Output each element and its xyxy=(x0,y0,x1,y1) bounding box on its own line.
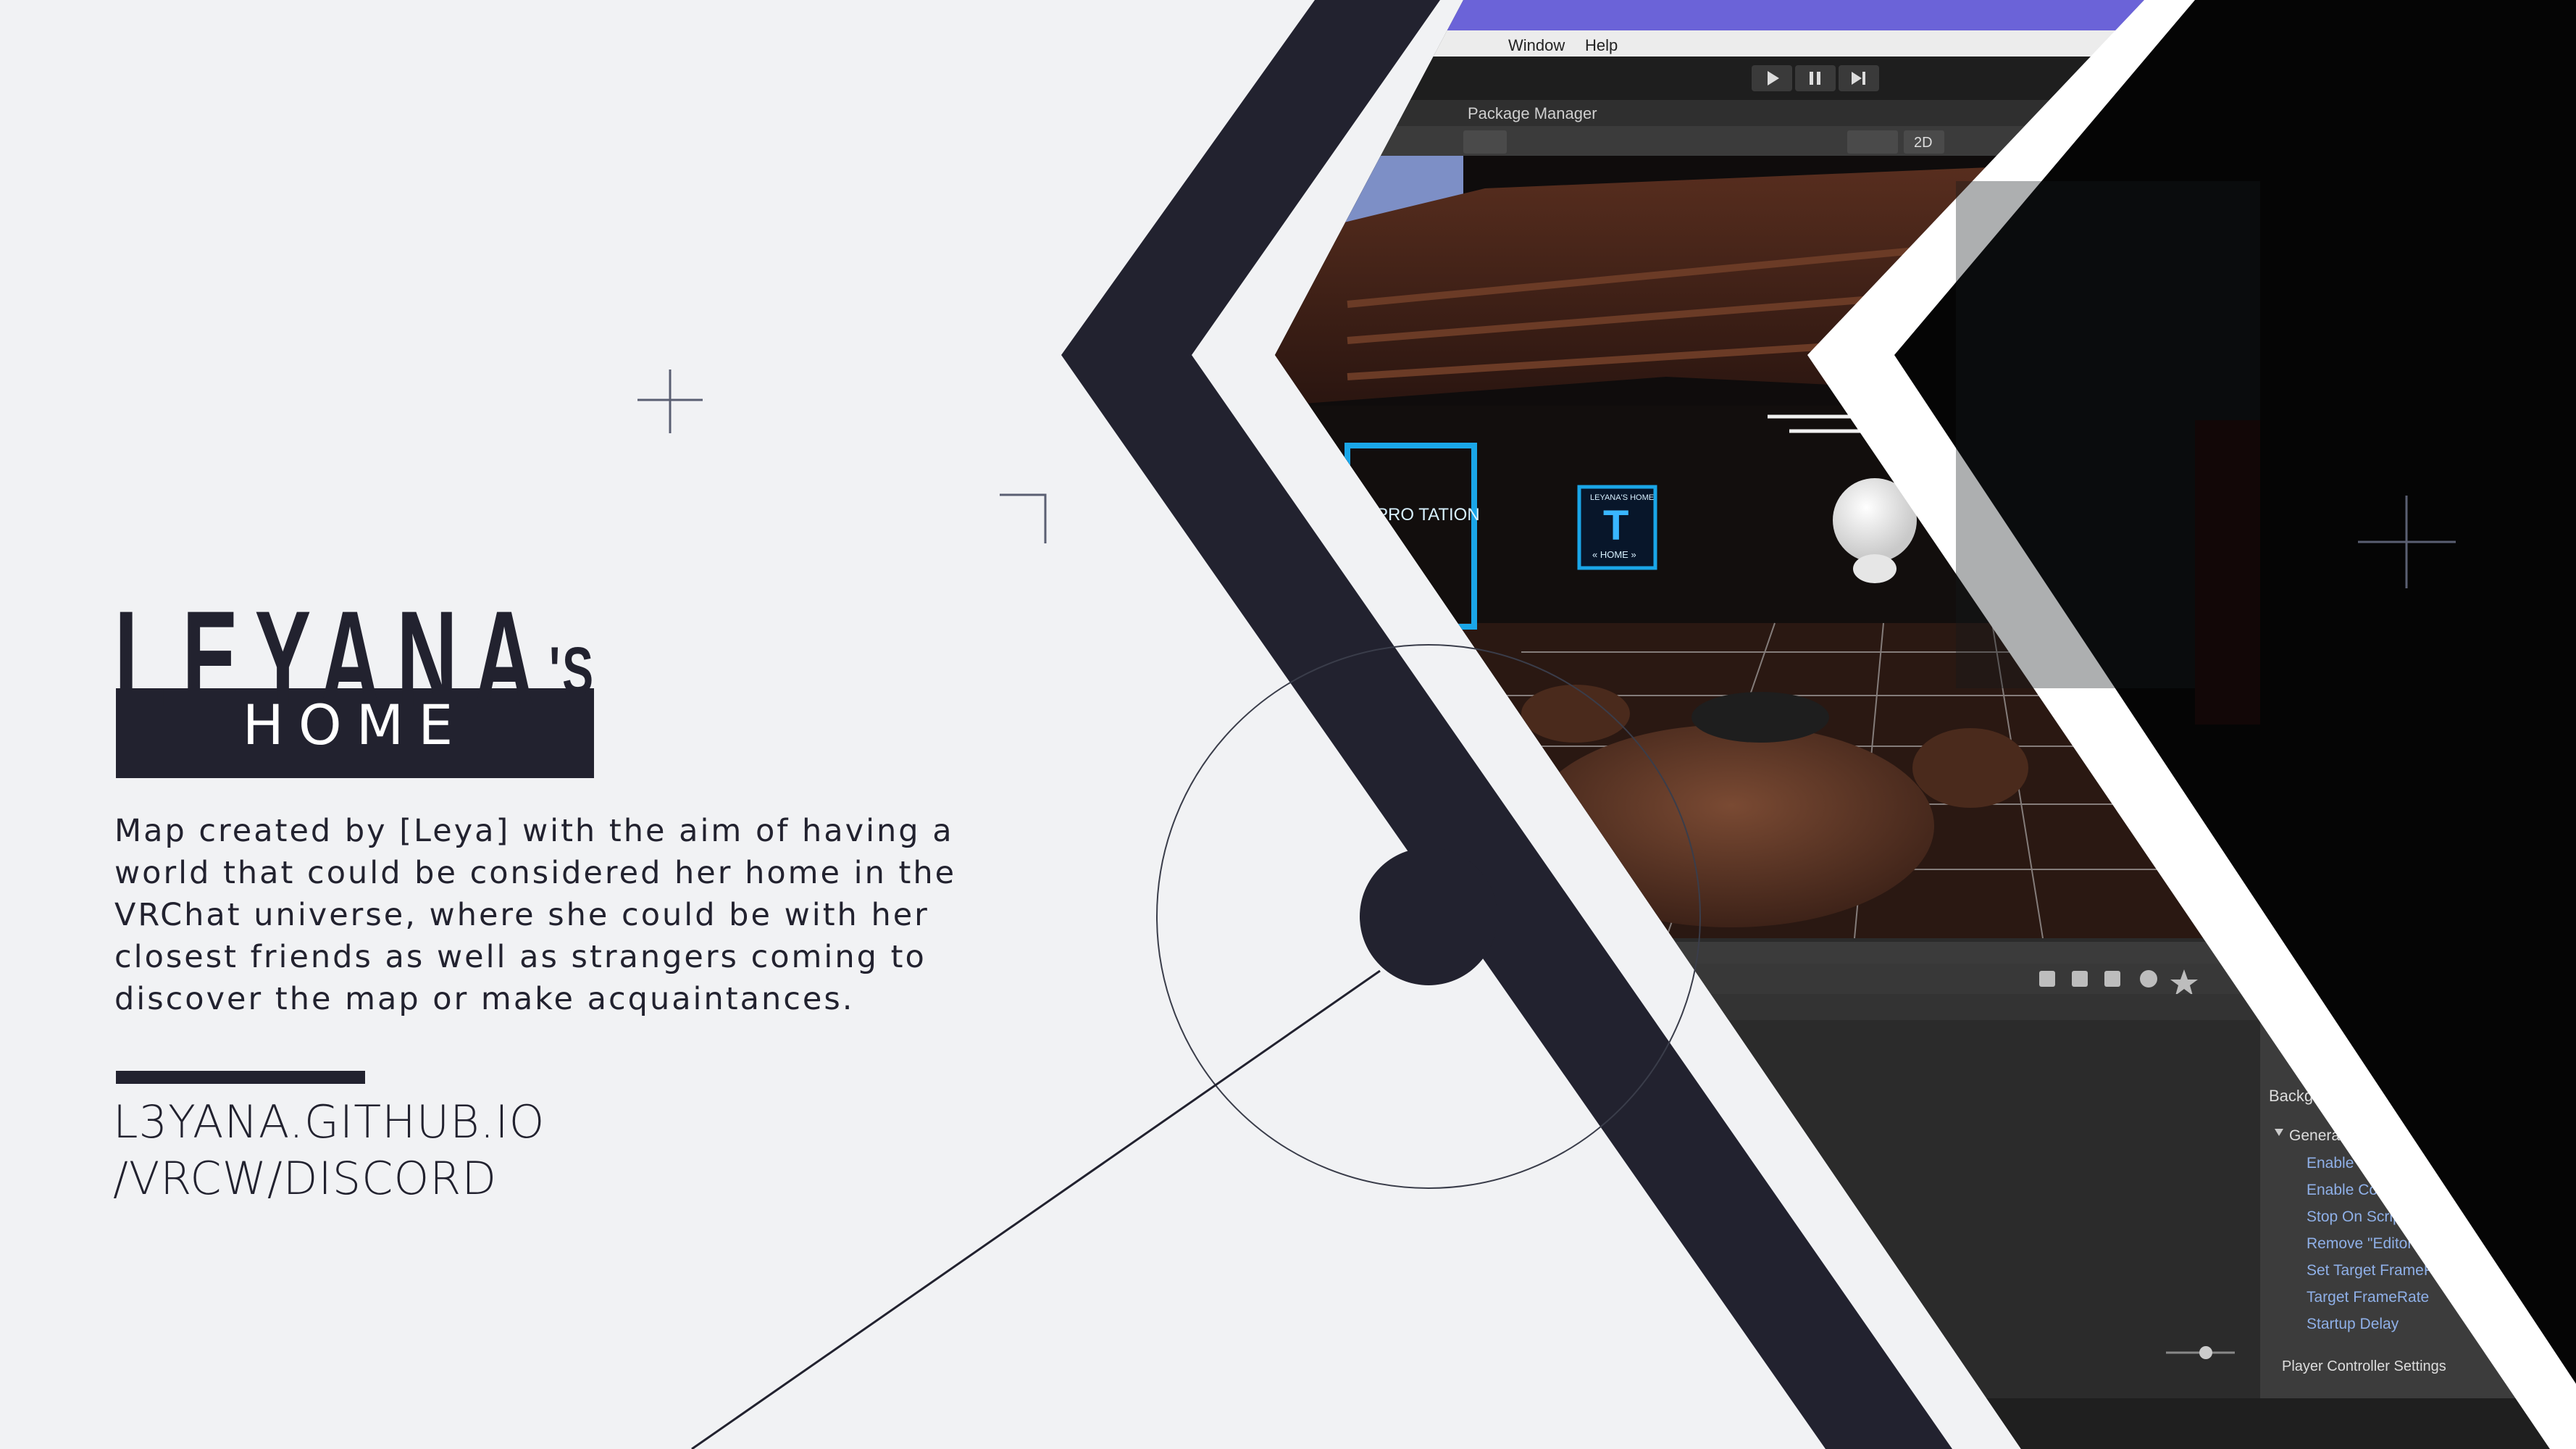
scene-sign-left-text: PRO TATION xyxy=(1376,505,1480,525)
menu-window[interactable]: Window xyxy=(1508,36,1565,54)
console-warning-icon[interactable] xyxy=(2140,970,2157,987)
menu-help[interactable]: Help xyxy=(1585,36,1618,54)
link-line-1: L3YANA.GITHUB.IO xyxy=(113,1095,545,1148)
scene-table xyxy=(1529,724,1934,927)
console-filter-icon[interactable] xyxy=(2039,971,2055,987)
inspector-footer-item: Player Controller Settings xyxy=(2282,1358,2446,1374)
solid-circle-dot xyxy=(1360,848,1497,985)
inspector-item: Stop On Scrip xyxy=(2307,1208,2401,1225)
dark-panel-texture xyxy=(1956,181,2260,724)
pause-icon xyxy=(1810,72,1813,85)
play-controls xyxy=(1752,65,1879,91)
pause-button[interactable] xyxy=(1795,65,1836,91)
corner-mark xyxy=(1000,493,1047,543)
console-info-icon[interactable] xyxy=(2072,971,2088,987)
zoom-slider-handle[interactable] xyxy=(2199,1346,2212,1359)
scene-stool xyxy=(1521,685,1630,743)
scene-sign-center-title: LEYANA'S HOME xyxy=(1590,493,1654,502)
console-tag-icon[interactable] xyxy=(2104,971,2120,987)
gizmo-toggle[interactable] xyxy=(1463,130,1507,154)
scene-sign-center-letter: T xyxy=(1603,502,1628,549)
inspector-item: Startup Delay xyxy=(2307,1316,2399,1332)
tab-package-manager[interactable]: Package Manager xyxy=(1468,104,1597,122)
diagonal-line xyxy=(691,969,1381,1449)
shading-dropdown[interactable] xyxy=(1847,130,1898,154)
logo-possessive: 'S xyxy=(549,634,595,708)
discord-link[interactable]: L3YANA.GITHUB.IO /VRCW/DISCORD xyxy=(113,1094,545,1207)
inspector-item: Target FrameRate xyxy=(2307,1289,2429,1306)
view-2d-label: 2D xyxy=(1914,135,1933,151)
link-accent-bar xyxy=(116,1071,365,1084)
logo-subtitle: HOME xyxy=(242,693,468,757)
link-line-2: /VRCW/DISCORD xyxy=(113,1152,498,1205)
logo: LEYANA 'S HOME xyxy=(114,590,622,779)
plus-mark-left xyxy=(637,369,703,433)
description-text: Map created by [Leya] with the aim of ha… xyxy=(114,813,957,1017)
inspector-item: Set Target FrameR xyxy=(2307,1262,2435,1279)
scene-stool xyxy=(1912,728,2028,808)
promo-page: Window Help Package Manager 2D PRO TATIO… xyxy=(0,0,2576,1449)
scene-sign-center-caption: « HOME » xyxy=(1592,549,1636,560)
scene-stool xyxy=(1691,692,1829,743)
